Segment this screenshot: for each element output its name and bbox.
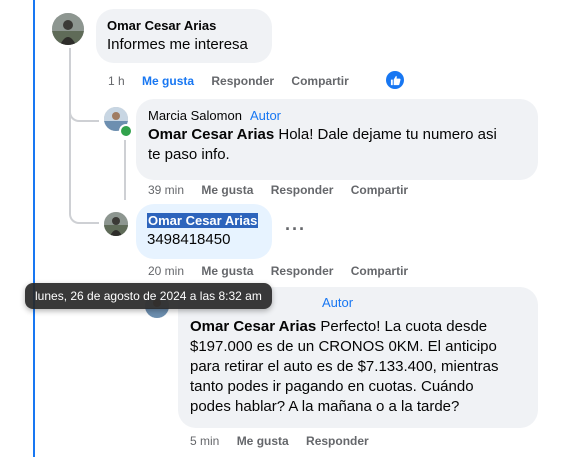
comment-text: Omar Cesar Arias Perfecto! La cuota desd… <box>190 318 499 415</box>
timestamp-tooltip: lunes, 26 de agosto de 2024 a las 8:32 a… <box>25 283 272 309</box>
comment-actions: 20 min Me gusta Responder Compartir <box>148 264 422 278</box>
thread-line <box>69 120 71 200</box>
share-button[interactable]: Compartir <box>291 74 348 88</box>
reply-button[interactable]: Responder <box>271 264 334 278</box>
avatar[interactable] <box>52 13 84 45</box>
comment-text: 3498418450 <box>147 231 231 248</box>
comment-time[interactable]: 5 min <box>190 434 219 448</box>
like-button[interactable]: Me gusta <box>201 183 253 197</box>
reply-button[interactable]: Responder <box>211 74 274 88</box>
like-reaction-icon[interactable] <box>386 71 404 89</box>
comment-text: Omar Cesar Arias Hola! Dale dejame tu nu… <box>148 126 497 163</box>
thread-connector <box>69 96 99 122</box>
comment-author[interactable]: Omar Cesar Arias <box>147 213 259 228</box>
comment-bubble: Omar Cesar Arias Informes me interesa <box>96 9 272 63</box>
like-button[interactable]: Me gusta <box>201 264 253 278</box>
comments-thread: Omar Cesar Arias Informes me interesa 1 … <box>0 0 577 457</box>
comment-actions: 39 min Me gusta Responder Compartir <box>148 183 422 197</box>
mention-link[interactable]: Omar Cesar Arias <box>190 318 316 335</box>
author-badge: Autor <box>249 108 282 123</box>
online-status-icon <box>119 124 133 138</box>
focus-accent-bar <box>33 0 35 457</box>
reply-button[interactable]: Responder <box>306 434 369 448</box>
thread-connector <box>69 196 99 224</box>
reply-button[interactable]: Responder <box>271 183 334 197</box>
like-button[interactable]: Me gusta <box>142 74 194 88</box>
comment-actions: 5 min Me gusta Responder <box>190 434 383 448</box>
comment-author[interactable]: Omar Cesar Arias <box>107 18 261 33</box>
more-options-icon[interactable]: ··· <box>285 219 306 240</box>
share-button[interactable]: Compartir <box>351 264 408 278</box>
comment-author[interactable]: Marcia Salomon <box>148 108 242 123</box>
author-badge: Autor <box>322 295 354 310</box>
comment-time[interactable]: 20 min <box>148 264 184 278</box>
like-button[interactable]: Me gusta <box>237 434 289 448</box>
comment-time[interactable]: 39 min <box>148 183 184 197</box>
mention-link[interactable]: Omar Cesar Arias <box>148 126 274 143</box>
thread-line-reply <box>124 140 126 200</box>
avatar[interactable] <box>104 212 128 236</box>
comment-time[interactable]: 1 h <box>108 74 125 88</box>
comment-bubble: Marcia Salomon Autor Omar Cesar Arias Hol… <box>136 99 538 180</box>
share-button[interactable]: Compartir <box>351 183 408 197</box>
comment-bubble: Omar Cesar Arias 3498418450 <box>136 204 272 259</box>
comment-actions: 1 h Me gusta Responder Compartir <box>108 74 363 88</box>
comment-text: Informes me interesa <box>107 36 248 53</box>
